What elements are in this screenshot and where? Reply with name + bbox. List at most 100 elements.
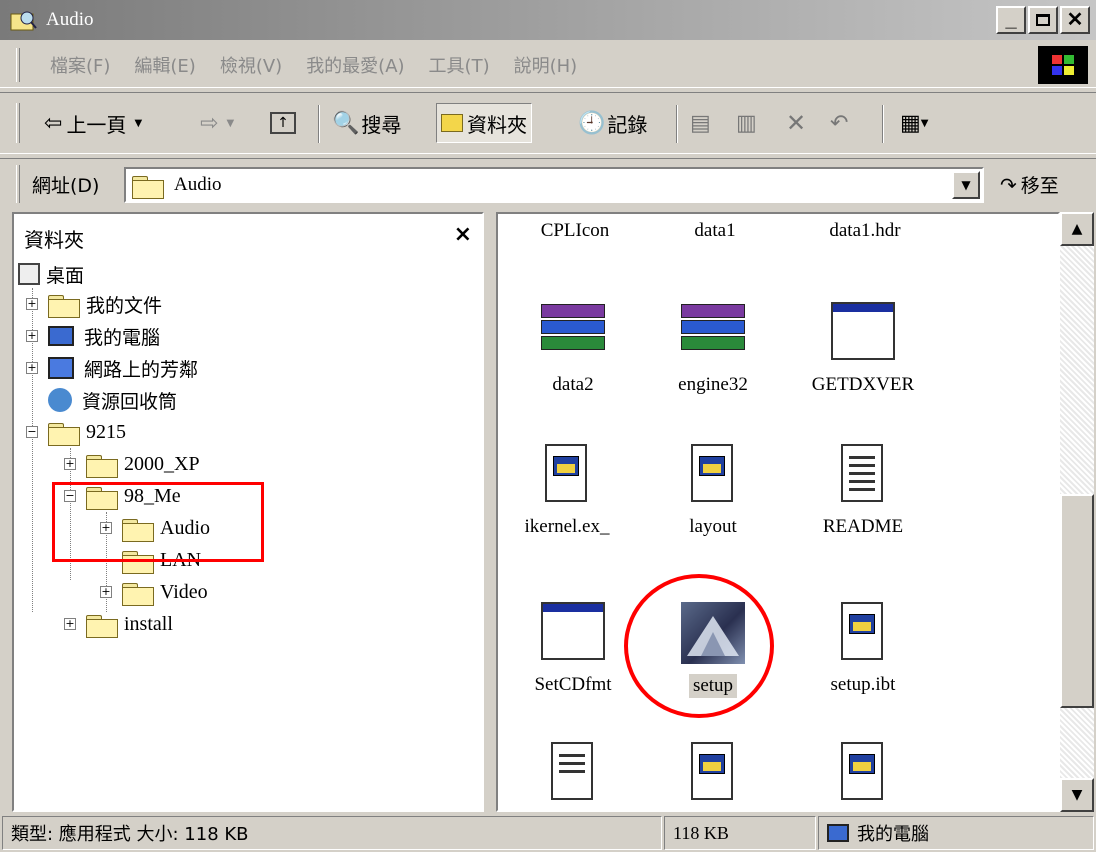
title-bar[interactable]: Audio _ ✕ [0,0,1096,40]
search-button[interactable]: 🔍 搜尋 [332,103,401,143]
expand-icon[interactable]: + [26,298,38,310]
network-icon [48,357,74,379]
delete-button[interactable]: ✕ [786,103,806,143]
pane-splitter[interactable] [484,212,496,812]
status-size: 118 KB [664,816,816,850]
window-title: Audio [46,9,94,30]
folder-icon [132,173,164,199]
folders-pane-title: 資料夾 [24,228,84,252]
menu-view[interactable]: 檢視(V) [220,52,282,78]
expand-icon[interactable]: + [100,586,112,598]
winrar-archive-icon [537,302,609,366]
history-label: 記錄 [607,112,648,137]
maximize-button[interactable] [1028,6,1058,34]
up-folder-button[interactable]: ↑ [270,103,296,143]
vertical-scrollbar[interactable]: ▲ ▼ [1060,212,1094,812]
search-label: 搜尋 [361,112,402,137]
views-button[interactable]: ▦ ▼ [900,103,929,143]
setup-file-icon [827,602,899,666]
menu-bar: 檔案(F) 編輯(E) 檢視(V) 我的最愛(A) 工具(T) 說明(H) [0,42,1096,88]
file-name: README [822,516,904,537]
folders-pane-header: 資料夾 × [14,214,482,254]
close-icon[interactable]: × [454,222,472,247]
menu-edit[interactable]: 編輯(E) [134,52,195,78]
file-item-setup-ibt[interactable]: setup.ibt [788,602,938,696]
file-item-getdxver[interactable]: GETDXVER [788,302,938,396]
folder-icon [86,452,118,478]
chevron-down-icon: ▼ [226,117,235,129]
address-input[interactable]: Audio ▼ [124,167,984,203]
file-item-readme[interactable]: README [788,444,938,538]
menu-favorites[interactable]: 我的最愛(A) [306,52,404,78]
maximize-icon [1036,14,1050,26]
tree-item-my-computer[interactable]: 我的電腦 [48,320,160,352]
scroll-down-button[interactable]: ▼ [1060,778,1094,812]
menu-tools[interactable]: 工具(T) [429,52,490,78]
file-item-data1[interactable]: data1 [640,220,790,242]
tree-item-9215[interactable]: 9215 [48,416,126,448]
folders-label: 資料夾 [467,112,527,137]
expand-icon[interactable]: + [64,458,76,470]
status-zone-text: 我的電腦 [857,824,929,845]
address-label: 網址(D) [32,175,100,197]
file-item-layout[interactable]: layout [638,444,788,538]
history-button[interactable]: 🕘 記錄 [578,103,647,143]
tree-item-recycle-bin[interactable]: 資源回收筒 [48,384,177,416]
collapse-icon[interactable]: − [26,426,38,438]
file-name: data2 [552,374,594,395]
copy-to-button[interactable]: ▥ [736,103,757,143]
forward-button[interactable]: ⇨ ▼ [200,103,234,143]
minimize-button[interactable]: _ [996,6,1026,34]
move-to-button[interactable]: ▤ [690,103,711,143]
menu-help[interactable]: 說明(H) [514,52,578,78]
tree-label: install [124,612,173,635]
status-bar: 類型: 應用程式 大小: 118 KB 118 KB 我的電腦 [0,814,1096,852]
setup-file-icon [531,444,603,508]
tree-item-desktop[interactable]: 桌面 [18,258,84,290]
tree-item-my-documents[interactable]: 我的文件 [48,288,162,320]
expand-icon[interactable]: + [26,362,38,374]
tree-item-2000-xp[interactable]: 2000_XP [86,448,200,480]
close-button[interactable]: ✕ [1060,6,1090,34]
tree-item-video[interactable]: Video [122,576,208,608]
tree-label: 網路上的芳鄰 [84,358,199,381]
status-size-text: 118 KB [673,822,729,843]
arrow-up-icon: ▲ [1071,221,1083,237]
back-button[interactable]: ⇦ 上一頁 ▼ [44,103,142,143]
file-item-config-text[interactable] [498,742,648,810]
setup-file-icon [827,742,899,806]
highlight-box [52,482,264,562]
go-button[interactable]: ↷ 移至 [1000,171,1059,198]
chevron-down-icon: ▼ [920,117,929,129]
menu-grip[interactable] [16,48,20,82]
scroll-up-button[interactable]: ▲ [1060,212,1094,246]
folders-button[interactable]: 資料夾 [436,103,532,143]
file-item-setup-file[interactable] [638,742,788,810]
file-item-cplicon[interactable]: CPLIcon [500,220,650,242]
file-item-data1-hdr[interactable]: data1.hdr [790,220,940,242]
tree-item-install[interactable]: install [86,608,173,640]
back-label: 上一頁 [66,112,127,137]
tree-item-network[interactable]: 網路上的芳鄰 [48,352,198,384]
tree-label: 我的電腦 [84,326,161,349]
expand-icon[interactable]: + [26,330,38,342]
chevron-down-icon: ▼ [134,117,143,129]
menu-file[interactable]: 檔案(F) [50,52,110,78]
undo-button[interactable]: ↶ [830,103,848,143]
address-dropdown-button[interactable]: ▼ [952,171,980,199]
file-item-data2[interactable]: data2 [498,302,648,396]
back-arrow-icon: ⇦ [44,110,63,136]
application-window-icon [827,302,899,366]
toolbar-grip[interactable] [16,103,20,143]
file-name: setup.ibt [830,674,896,695]
address-grip[interactable] [16,165,20,203]
scroll-thumb[interactable] [1060,494,1094,708]
file-item-ikernel[interactable]: ikernel.ex_ [498,444,642,538]
expand-icon[interactable]: + [64,618,76,630]
file-item-setup-file[interactable] [788,742,938,810]
status-zone: 我的電腦 [818,816,1094,850]
delete-icon: ✕ [786,109,807,137]
folder-icon [86,612,118,638]
search-icon: 🔍 [332,110,360,136]
file-item-engine32[interactable]: engine32 [638,302,788,396]
